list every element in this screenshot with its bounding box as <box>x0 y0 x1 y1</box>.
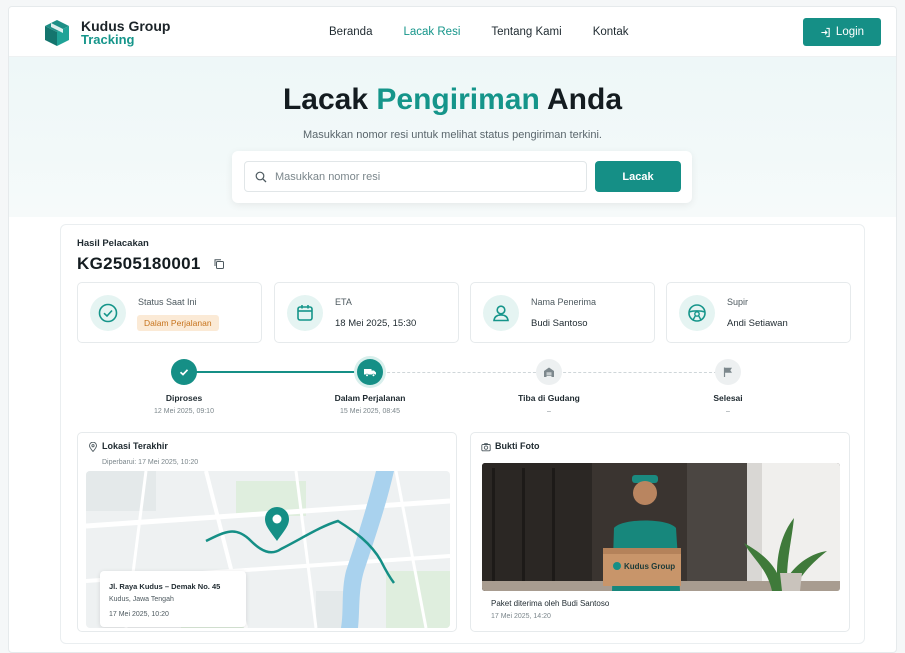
hero-title-accent: Pengiriman <box>376 83 540 116</box>
check-icon <box>179 369 189 376</box>
location-updated: Diperbarui: 17 Mei 2025, 10:20 <box>102 459 199 466</box>
driver-value: Andi Setiawan <box>727 318 788 329</box>
hero-title-part2: Anda <box>547 83 623 116</box>
driver-card: Supir Andi Setiawan <box>666 282 851 343</box>
timeline-step-date: 15 Mei 2025, 08:45 <box>340 408 400 415</box>
timeline-progress-line <box>184 371 358 373</box>
status-card: Status Saat Ini Dalam Perjalanan <box>77 282 262 343</box>
recipient-card: Nama Penerima Budi Santoso <box>470 282 655 343</box>
nav-item-kontak[interactable]: Kontak <box>593 26 629 38</box>
address-time: 17 Mei 2025, 10:20 <box>109 611 169 618</box>
recipient-value: Budi Santoso <box>531 318 588 329</box>
login-label: Login <box>835 26 865 38</box>
status-badge: Dalam Perjalanan <box>137 315 219 331</box>
box-label-text: Kudus Group <box>624 562 675 571</box>
timeline-step-dalam-perjalanan <box>357 359 383 385</box>
nav-item-beranda[interactable]: Beranda <box>329 26 372 38</box>
box-logo-icon <box>45 20 69 46</box>
proof-photo-panel: Bukti Foto Kudus Group Paket diterima ol… <box>470 432 850 632</box>
flag-icon <box>723 367 732 377</box>
search-box[interactable] <box>244 161 587 192</box>
recipient-label: Nama Penerima <box>531 297 597 307</box>
tracking-number: KG2505180001 <box>77 254 201 273</box>
login-button[interactable]: Login <box>803 18 881 46</box>
truck-icon <box>364 369 376 377</box>
warehouse-icon <box>544 367 554 377</box>
result-label: Hasil Pelacakan <box>77 238 149 249</box>
brand-title: Kudus Group <box>81 18 171 34</box>
search-card: Lacak <box>232 151 692 203</box>
top-header: Kudus Group Tracking Beranda Lacak Resi … <box>9 7 896 57</box>
nav-item-tentang-kami[interactable]: Tentang Kami <box>491 26 561 38</box>
timeline-step-date: 12 Mei 2025, 09:10 <box>154 408 214 415</box>
address-card: Jl. Raya Kudus – Demak No. 45 Kudus, Jaw… <box>100 571 246 627</box>
check-circle-icon <box>90 295 126 331</box>
timeline-step-diproses <box>171 359 197 385</box>
tracking-result-card: Hasil Pelacakan KG2505180001 Status Saat… <box>60 224 865 644</box>
location-title: Lokasi Terakhir <box>102 441 168 451</box>
eta-card: ETA 18 Mei 2025, 15:30 <box>274 282 459 343</box>
camera-icon <box>481 443 491 452</box>
brand-logo[interactable]: Kudus Group Tracking <box>42 18 170 48</box>
status-label: Status Saat Ini <box>138 297 197 307</box>
track-button[interactable]: Lacak <box>595 161 681 192</box>
shipment-timeline: Diproses 12 Mei 2025, 09:10 Dalam Perjal… <box>61 353 864 423</box>
photo-title: Bukti Foto <box>495 441 540 451</box>
timeline-step-label: Diproses <box>165 393 203 403</box>
timeline-step-label: Tiba di Gudang <box>518 393 580 403</box>
last-location-panel: Lokasi Terakhir Diperbarui: 17 Mei 2025,… <box>77 432 457 632</box>
calendar-icon <box>287 295 323 331</box>
nav-item-lacak-resi[interactable]: Lacak Resi <box>403 26 460 38</box>
app-window: Kudus Group Tracking Beranda Lacak Resi … <box>8 6 897 653</box>
search-icon <box>255 171 267 182</box>
eta-label: ETA <box>335 297 352 307</box>
hero-title-part1: Lacak <box>282 83 369 116</box>
location-pin-icon <box>89 442 97 452</box>
steering-wheel-icon <box>679 295 715 331</box>
photo-date: 17 Mei 2025, 14:20 <box>491 613 551 620</box>
eta-value: 18 Mei 2025, 15:30 <box>335 318 417 329</box>
login-icon <box>821 27 830 37</box>
hero-section: Lacak Pengiriman Anda Masukkan nomor res… <box>9 57 896 217</box>
address-line1: Jl. Raya Kudus – Demak No. 45 <box>109 582 221 591</box>
user-icon <box>483 295 519 331</box>
copy-icon[interactable] <box>213 258 225 270</box>
photo-caption: Paket diterima oleh Budi Santoso <box>491 599 610 608</box>
timeline-step-date: – <box>547 408 551 415</box>
timeline-step-label: Selesai <box>713 393 743 403</box>
main-nav: Beranda Lacak Resi Tentang Kami Kontak <box>329 26 660 38</box>
timeline-step-selesai <box>715 359 741 385</box>
location-map[interactable]: Jl. Raya Kudus – Demak No. 45 Kudus, Jaw… <box>86 471 450 628</box>
brand-subtitle: Tracking <box>81 32 135 47</box>
hero-subtitle: Masukkan nomor resi untuk melihat status… <box>303 129 602 141</box>
timeline-step-tiba-di-gudang <box>536 359 562 385</box>
driver-label: Supir <box>727 297 749 307</box>
photo-canvas: Kudus Group <box>482 463 840 591</box>
timeline-step-label: Dalam Perjalanan <box>334 393 406 403</box>
timeline-step-date: – <box>726 408 730 415</box>
tracking-number-input[interactable] <box>275 170 575 183</box>
delivery-proof-photo[interactable]: Kudus Group <box>482 463 840 591</box>
address-line2: Kudus, Jawa Tengah <box>109 596 174 603</box>
hero-title: Lacak Pengiriman Anda <box>9 83 896 117</box>
